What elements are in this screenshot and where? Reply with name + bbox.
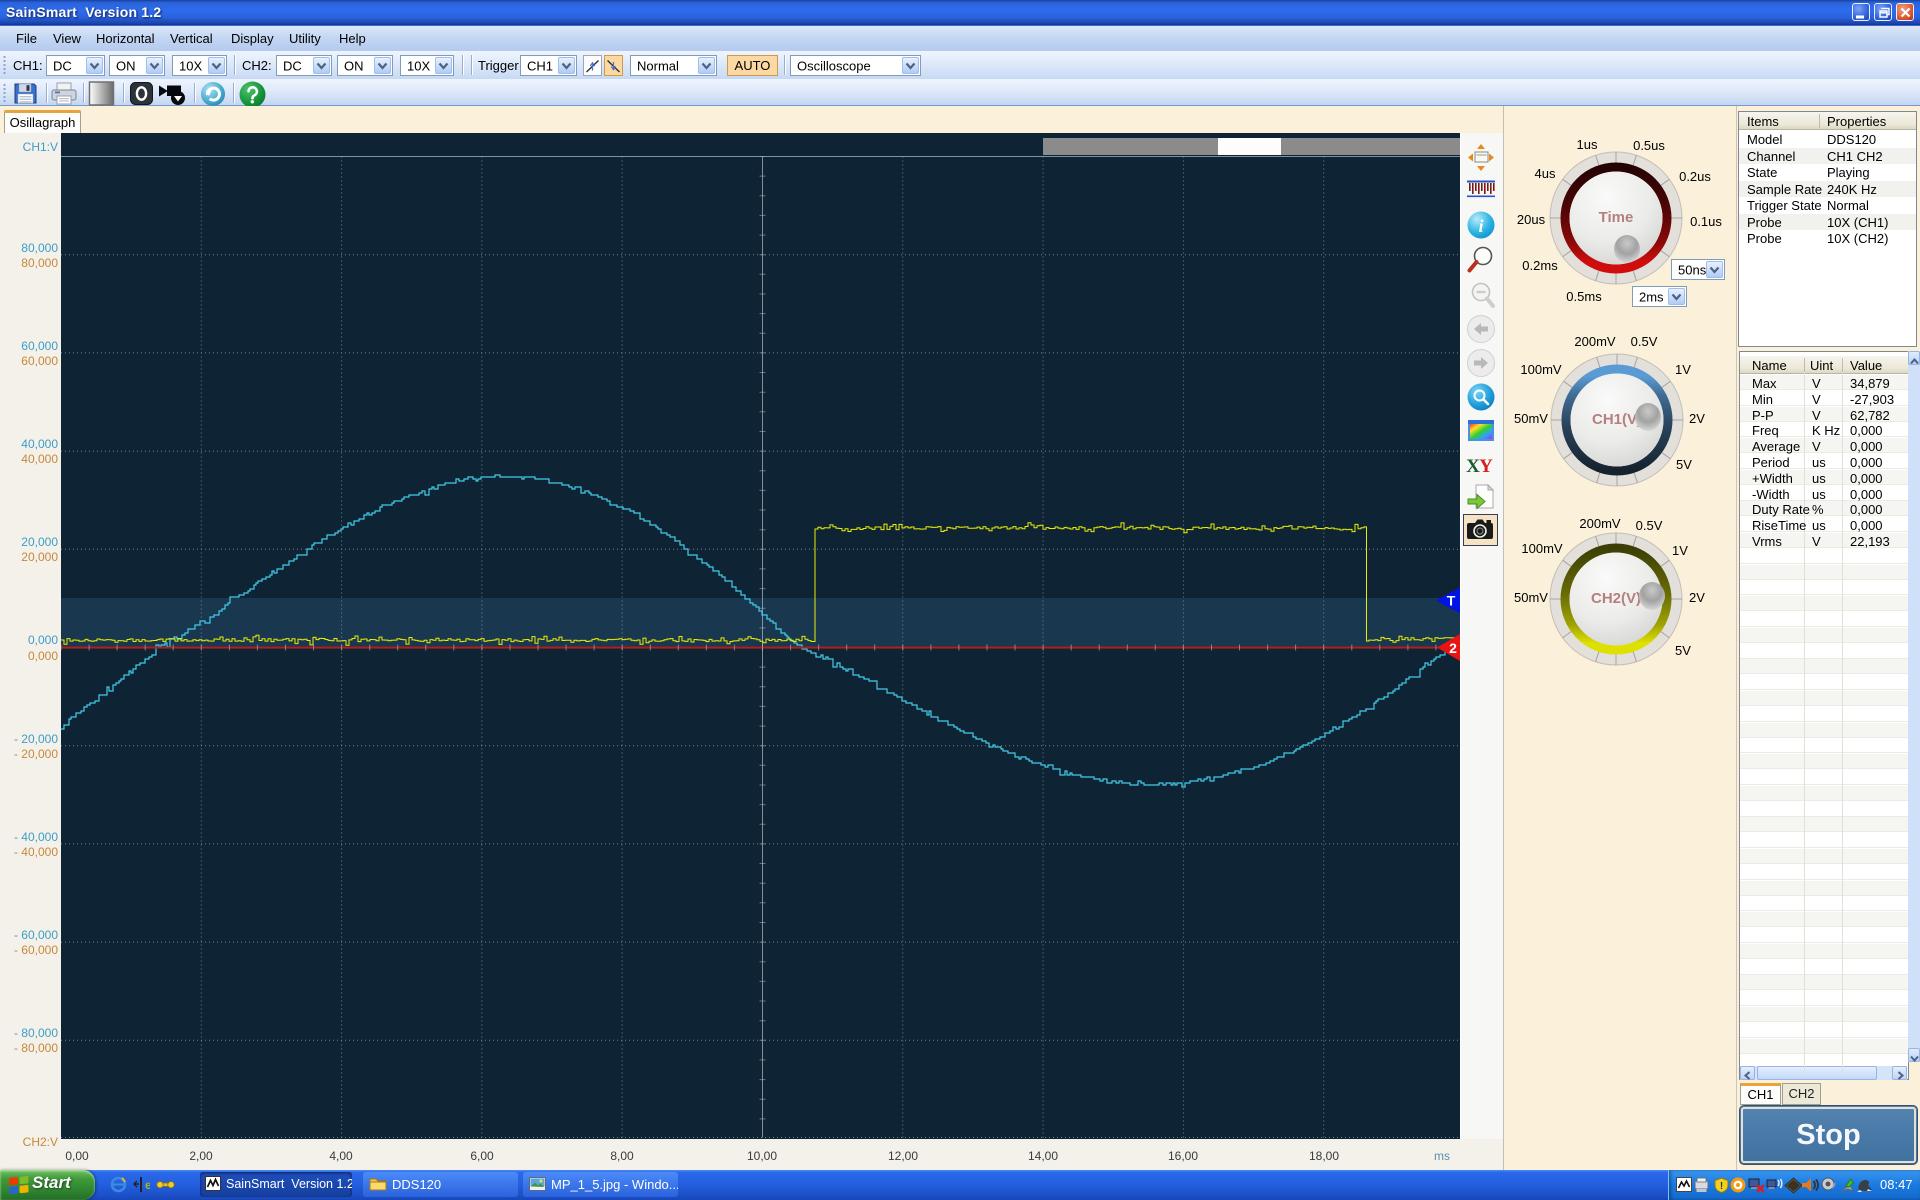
svg-text:i: i [1478,216,1483,236]
svg-text:e: e [145,1178,150,1192]
svg-text:T: T [1447,593,1456,609]
svg-text:2: 2 [1449,640,1457,656]
svg-text:CH1(V): CH1(V) [1592,411,1642,428]
svg-text:!: ! [1720,1181,1723,1192]
svg-text:CH2(V): CH2(V) [1591,590,1641,607]
svg-text:Time: Time [1599,209,1634,226]
svg-text:Y: Y [1479,456,1493,477]
svg-text:X: X [1466,456,1480,477]
